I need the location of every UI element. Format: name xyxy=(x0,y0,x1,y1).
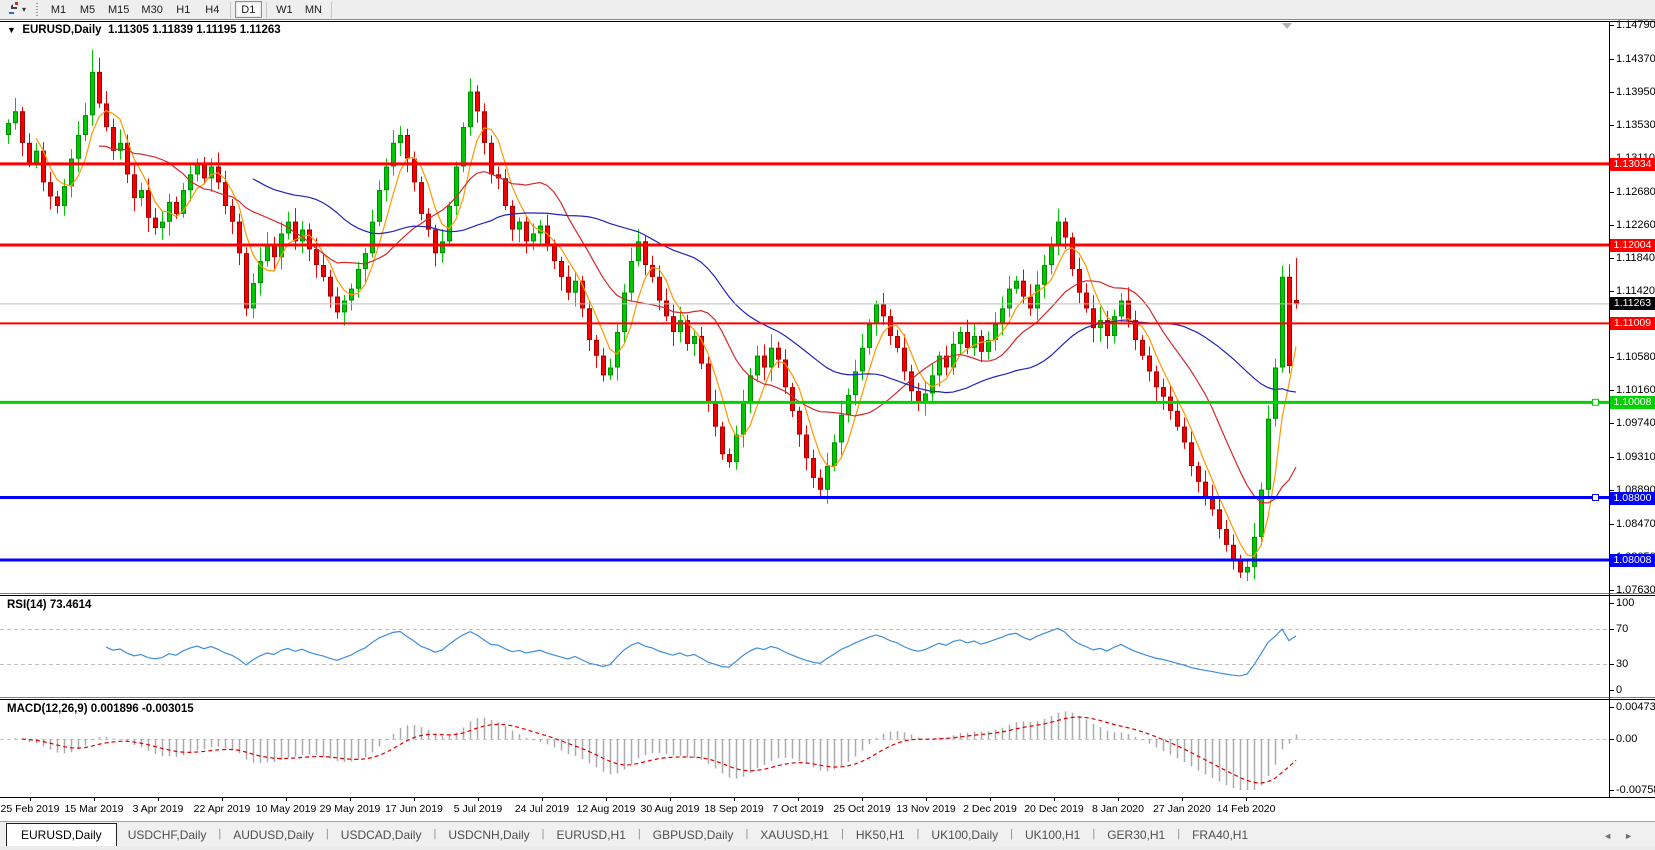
hline-price-tag: 1.08800 xyxy=(1610,492,1655,505)
price-axis-tick: 1.12260 xyxy=(1616,219,1655,231)
timeframe-button-m5[interactable]: M5 xyxy=(74,1,101,18)
chart-symbol-label: EURUSD,Daily xyxy=(22,24,101,36)
price-axis-tick: 1.14790 xyxy=(1616,19,1655,31)
chart-arrows-icon xyxy=(5,1,20,18)
price-axis-tick: 1.09310 xyxy=(1616,451,1655,463)
rsi-axis-tick: 70 xyxy=(1616,623,1655,635)
tab-uk100-h1[interactable]: UK100,H1 xyxy=(1014,825,1091,846)
chevron-down-icon[interactable]: ▾ xyxy=(22,5,26,14)
tab-hk50-h1[interactable]: HK50,H1 xyxy=(845,825,916,846)
current-price-tag: 1.11263 xyxy=(1610,297,1655,310)
price-axis-tick: 1.08470 xyxy=(1616,518,1655,530)
timeframe-button-m1[interactable]: M1 xyxy=(45,1,72,18)
hline-price-tag: 1.13034 xyxy=(1610,158,1655,171)
tab-eurusd-daily[interactable]: EURUSD,Daily xyxy=(6,823,117,846)
timeframe-buttons: M1M5M15M30H1H4 D1 W1MN xyxy=(44,1,335,18)
chart-canvas[interactable] xyxy=(0,21,1655,820)
tab-ger30-h1[interactable]: GER30,H1 xyxy=(1096,825,1176,846)
rsi-axis-tick: 0 xyxy=(1616,684,1655,696)
tab-usdchf-daily[interactable]: USDCHF,Daily xyxy=(117,825,218,846)
tab-xauusd-h1[interactable]: XAUUSD,H1 xyxy=(749,825,840,846)
price-axis-tick: 1.09740 xyxy=(1616,417,1655,429)
rsi-axis-tick: 30 xyxy=(1616,658,1655,670)
timeframe-button-d1[interactable]: D1 xyxy=(235,1,262,18)
timeframe-button-m15[interactable]: M15 xyxy=(103,1,134,18)
tab-scroll-arrows[interactable]: ◄► xyxy=(1603,831,1645,841)
macd-axis-tick: 0.00 xyxy=(1616,733,1655,745)
tab-uk100-daily[interactable]: UK100,Daily xyxy=(920,825,1009,846)
price-axis-tick: 1.12680 xyxy=(1616,186,1655,198)
timeframe-button-h4[interactable]: H4 xyxy=(199,1,226,18)
status-strip xyxy=(0,846,1655,850)
collapse-arrow-icon[interactable]: ▼ xyxy=(7,25,16,35)
chart-tool-button[interactable]: ▾ xyxy=(0,1,31,19)
price-axis-tick: 1.13530 xyxy=(1616,119,1655,131)
rsi-axis-tick: 100 xyxy=(1616,597,1655,609)
macd-title: MACD(12,26,9) 0.001896 -0.003015 xyxy=(7,703,194,715)
hline-price-tag: 1.11009 xyxy=(1610,317,1655,330)
tab-fra40-h1[interactable]: FRA40,H1 xyxy=(1181,825,1259,846)
toolbar-grip[interactable] xyxy=(35,3,40,17)
tab-eurusd-h1[interactable]: EURUSD,H1 xyxy=(546,825,637,846)
price-axis-tick: 1.11420 xyxy=(1616,285,1655,297)
hline-price-tag: 1.08008 xyxy=(1610,554,1655,567)
date-axis-label: 14 Feb 2020 xyxy=(1208,803,1284,815)
price-axis-tick: 1.14370 xyxy=(1616,53,1655,65)
ohlc-open: 1.11305 xyxy=(108,24,149,36)
macd-axis-tick: -0.007584 xyxy=(1616,784,1655,796)
timeframe-button-mn[interactable]: MN xyxy=(300,1,327,18)
price-axis-tick: 1.07630 xyxy=(1616,584,1655,596)
macd-axis-tick: 0.004738 xyxy=(1616,701,1655,713)
tab-usdcnh-daily[interactable]: USDCNH,Daily xyxy=(437,825,540,846)
timeframe-button-w1[interactable]: W1 xyxy=(271,1,298,18)
tab-gbpusd-daily[interactable]: GBPUSD,Daily xyxy=(642,825,745,846)
ohlc-low: 1.11195 xyxy=(196,24,236,36)
tab-scroll-left-icon: ◄ xyxy=(1603,831,1624,841)
hline-price-tag: 1.12004 xyxy=(1610,239,1655,252)
tab-scroll-right-icon: ► xyxy=(1624,831,1645,841)
chart-window: ▼ EURUSD,Daily 1.11305 1.11839 1.11195 1… xyxy=(0,21,1655,820)
hline-price-tag: 1.10008 xyxy=(1610,396,1655,409)
tab-audusd-daily[interactable]: AUDUSD,Daily xyxy=(222,825,325,846)
ohlc-high: 1.11839 xyxy=(152,24,193,36)
price-axis-tick: 1.13950 xyxy=(1616,86,1655,98)
chart-title: ▼ EURUSD,Daily 1.11305 1.11839 1.11195 1… xyxy=(7,24,281,36)
timeframe-button-m30[interactable]: M30 xyxy=(136,1,167,18)
tab-usdcad-daily[interactable]: USDCAD,Daily xyxy=(330,825,433,846)
timeframe-button-h1[interactable]: H1 xyxy=(170,1,197,18)
ohlc-close: 1.11263 xyxy=(240,24,281,36)
rsi-title: RSI(14) 73.4614 xyxy=(7,599,91,611)
price-axis-tick: 1.10580 xyxy=(1616,351,1655,363)
chart-tab-bar: EURUSD,DailyUSDCHF,Daily|AUDUSD,Daily|US… xyxy=(0,821,1655,846)
toolbar: ▾ M1M5M15M30H1H4 D1 W1MN xyxy=(0,0,1655,20)
price-axis-tick: 1.10160 xyxy=(1616,384,1655,396)
price-axis-tick: 1.11840 xyxy=(1616,252,1655,264)
